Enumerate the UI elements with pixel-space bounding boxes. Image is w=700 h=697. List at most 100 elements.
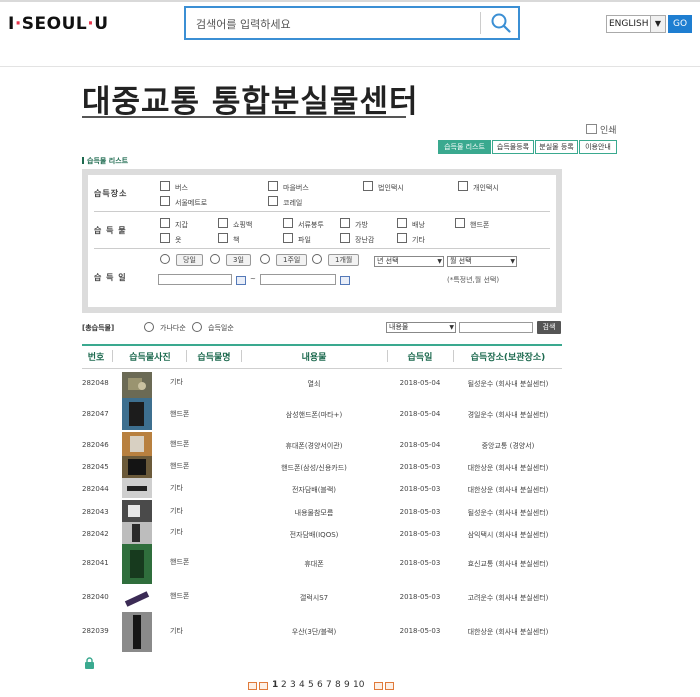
table-row[interactable]: 282042 기타 전자담배(IQOS) 2018-05-03 삼익택시 (회사…	[82, 522, 562, 544]
total-found-label: [총습득물]	[82, 324, 115, 332]
title-underline	[82, 116, 406, 118]
item-photo[interactable]	[122, 544, 152, 584]
search-icon[interactable]	[490, 12, 512, 34]
search-panel: 습득장소 버스 마을버스 법인택시 개인택시 서울메트로 코레일 습 득 물 지…	[82, 169, 562, 313]
place-checkbox-seoul-metro[interactable]: 서울메트로	[160, 196, 207, 208]
item-checkbox-phone[interactable]: 핸드폰	[455, 218, 489, 230]
item-photo[interactable]	[122, 500, 152, 522]
item-photo[interactable]	[122, 478, 152, 498]
page-link-8[interactable]: 8	[335, 680, 341, 690]
table-row[interactable]: 282043 기타 내용물참모름 2018-05-03 될성운수 (회사내 분실…	[82, 500, 562, 522]
item-checkbox-toy[interactable]: 장난감	[340, 233, 374, 245]
section-bar	[82, 157, 84, 164]
print-button[interactable]: 인쇄	[586, 123, 617, 136]
table-header-border	[82, 368, 562, 369]
sort-radio-alpha[interactable]: 가나다순	[144, 322, 186, 333]
item-photo[interactable]	[122, 372, 152, 398]
calendar-icon[interactable]	[236, 276, 246, 285]
table-row[interactable]: 282044 기타 전자담배(블랙) 2018-05-03 대한상운 (회사내 …	[82, 478, 562, 498]
page-link-3[interactable]: 3	[290, 680, 296, 690]
prev-page-icon[interactable]	[259, 682, 268, 690]
chevron-down-icon: ▼	[650, 16, 665, 32]
page-link-4[interactable]: 4	[299, 680, 305, 690]
chevron-down-icon: ▼	[449, 324, 454, 331]
year-select[interactable]: 년 선택 ▼	[374, 256, 444, 267]
date-radio-1month[interactable]: 1개월	[312, 254, 360, 266]
item-photo[interactable]	[122, 398, 152, 430]
place-checkbox-village-bus[interactable]: 마을버스	[268, 181, 309, 193]
start-date-input[interactable]	[158, 274, 232, 285]
page-link-10[interactable]: 10	[353, 680, 364, 690]
col-header-date: 습득일	[407, 353, 433, 363]
tab-lost-register[interactable]: 분실물 등록	[535, 140, 578, 154]
date-radio-today[interactable]: 당일	[160, 254, 203, 266]
item-checkbox-shopping-bag[interactable]: 쇼핑백	[218, 218, 252, 230]
end-date-input[interactable]	[260, 274, 336, 285]
table-row[interactable]: 282039 기타 우산(3단/블랙) 2018-05-03 대한상운 (회사내…	[82, 612, 562, 652]
panel-divider	[94, 211, 550, 212]
item-photo[interactable]	[122, 522, 152, 544]
i-seoul-u-logo[interactable]: I·SEOUL·U	[8, 14, 109, 34]
date-radio-3days[interactable]: 3일	[210, 254, 251, 266]
date-radio-1week[interactable]: 1주일	[260, 254, 308, 266]
next-page-icon[interactable]	[374, 682, 383, 690]
panel-divider	[94, 248, 550, 249]
item-photo[interactable]	[122, 586, 152, 610]
tab-found-list[interactable]: 습득물 리스트	[438, 140, 491, 154]
table-row[interactable]: 282046 핸드폰 휴대폰(경양서이관) 2018-05-04 중앙교통 (경…	[82, 432, 562, 456]
item-checkbox-book[interactable]: 책	[218, 233, 239, 245]
page-link-5[interactable]: 5	[308, 680, 314, 690]
item-photo[interactable]	[122, 612, 152, 652]
place-checkbox-corp-taxi[interactable]: 법인택시	[363, 181, 404, 193]
site-search-box	[184, 6, 520, 40]
col-header-item-name: 습득물명	[197, 353, 231, 363]
page-link-7[interactable]: 7	[326, 680, 332, 690]
item-checkbox-clothes[interactable]: 옷	[160, 233, 181, 245]
place-checkbox-private-taxi[interactable]: 개인택시	[458, 181, 499, 193]
item-checkbox-etc[interactable]: 기타	[397, 233, 425, 245]
page-link-9[interactable]: 9	[344, 680, 350, 690]
item-photo[interactable]	[122, 432, 152, 456]
search-divider	[480, 12, 481, 34]
page-link-2[interactable]: 2	[281, 680, 287, 690]
last-page-icon[interactable]	[385, 682, 394, 690]
place-checkbox-bus[interactable]: 버스	[160, 181, 188, 193]
col-header-place: 습득장소(보관장소)	[470, 353, 546, 363]
place-label: 습득장소	[94, 189, 128, 198]
lock-icon	[85, 657, 94, 669]
table-row[interactable]: 282045 핸드폰 핸드폰(삼성/신용카드) 2018-05-03 대한상운 …	[82, 456, 562, 478]
sort-radio-date[interactable]: 습득일순	[192, 322, 234, 333]
search-type-select[interactable]: 내용물 ▼	[386, 322, 456, 333]
col-header-photo: 습득물사진	[129, 353, 171, 363]
printer-icon	[586, 124, 597, 134]
item-checkbox-bag[interactable]: 가방	[340, 218, 368, 230]
language-select[interactable]: ENGLISH ▼	[606, 15, 666, 33]
table-row[interactable]: 282041 핸드폰 휴대폰 2018-05-03 효신교통 (회사내 분실센터…	[82, 544, 562, 584]
section-label: 습득물 리스트	[82, 156, 128, 166]
site-search-input[interactable]	[194, 14, 478, 34]
item-checkbox-wallet[interactable]: 지갑	[160, 218, 188, 230]
table-row[interactable]: 282040 핸드폰 갤럭시S7 2018-05-03 고려운수 (회사내 분실…	[82, 586, 562, 610]
page-link-6[interactable]: 6	[317, 680, 323, 690]
table-row[interactable]: 282048 기타 열쇠 2018-05-04 될성운수 (회사내 분실센터)	[82, 372, 562, 398]
item-checkbox-document-envelope[interactable]: 서류봉투	[283, 218, 324, 230]
item-label: 습 득 물	[94, 226, 127, 235]
first-page-icon[interactable]	[248, 682, 257, 690]
language-go-button[interactable]: GO	[668, 15, 692, 33]
tab-found-register[interactable]: 습득물등록	[492, 140, 534, 154]
keyword-input[interactable]	[459, 322, 533, 333]
item-photo[interactable]	[122, 456, 152, 478]
place-checkbox-korail[interactable]: 코레일	[268, 196, 302, 208]
table-top-border	[82, 344, 562, 346]
table-row[interactable]: 282047 핸드폰 삼성핸드폰(마타+) 2018-05-04 경일운수 (회…	[82, 398, 562, 430]
date-range-tilde: ~	[250, 275, 256, 283]
calendar-icon[interactable]	[340, 276, 350, 285]
page-link-1[interactable]: 1	[272, 680, 278, 690]
tab-guide[interactable]: 이용안내	[579, 140, 617, 154]
month-select[interactable]: 월 선택 ▼	[447, 256, 517, 267]
item-checkbox-backpack[interactable]: 배낭	[397, 218, 425, 230]
site-header: I·SEOUL·U ENGLISH ▼ GO	[0, 2, 700, 67]
item-checkbox-file[interactable]: 파일	[283, 233, 311, 245]
keyword-search-button[interactable]: 검색	[537, 321, 561, 334]
search-panel-inner: 습득장소 버스 마을버스 법인택시 개인택시 서울메트로 코레일 습 득 물 지…	[88, 175, 556, 307]
